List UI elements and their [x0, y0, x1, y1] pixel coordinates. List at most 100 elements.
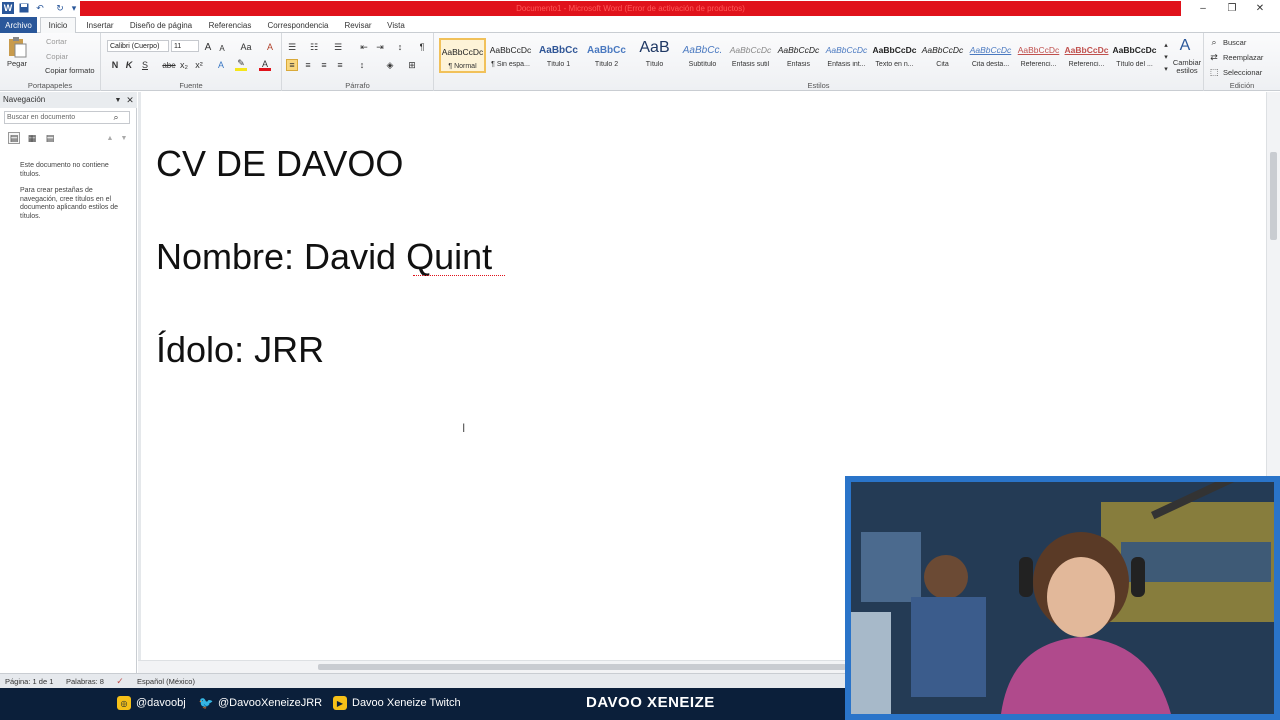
style-intense-reference[interactable]: AaBbCcDc Referenci... — [1063, 38, 1110, 73]
style-subtle-reference[interactable]: AaBbCcDc Referenci... — [1015, 38, 1062, 73]
doc-line-name[interactable]: Nombre: David Quint — [156, 236, 492, 278]
style-name: Énfasis — [787, 61, 810, 68]
style-subtle-emphasis[interactable]: AaBbCcDc Énfasis sutil — [727, 38, 774, 73]
redo-icon[interactable]: ↻ — [54, 2, 66, 14]
tab-correspondencia[interactable]: Correspondencia — [263, 18, 333, 33]
nav-search-icon[interactable]: ⌕ — [110, 111, 122, 123]
highlight-icon[interactable]: ✎ — [235, 58, 247, 71]
tab-insertar[interactable]: Insertar — [82, 18, 118, 33]
paste-button[interactable]: Pegar — [7, 59, 27, 68]
increase-indent-icon[interactable]: ⇥ — [374, 41, 386, 53]
nav-prev-icon[interactable]: ▲ — [104, 132, 116, 144]
italic-button[interactable]: K — [123, 59, 135, 71]
underline-button[interactable]: S — [139, 59, 151, 71]
numbering-icon[interactable]: ☷ — [308, 41, 320, 53]
vertical-scroll-thumb[interactable] — [1270, 152, 1277, 240]
style-intense-quote[interactable]: AaBbCcDc Cita desta... — [967, 38, 1014, 73]
title-banner: Documento1 - Microsoft Word (Error de ac… — [80, 1, 1181, 16]
shrink-font-icon[interactable]: A — [216, 42, 228, 54]
nav-options-icon[interactable]: ▼ — [112, 94, 124, 106]
tab-inicio[interactable]: Inicio — [40, 17, 76, 33]
align-right-icon[interactable]: ≡ — [318, 59, 330, 71]
customize-qat-icon[interactable]: ▾ — [68, 2, 80, 14]
style-intense-emphasis[interactable]: AaBbCcDc Énfasis int... — [823, 38, 870, 73]
doc-line-idol[interactable]: Ídolo: JRR — [156, 329, 324, 371]
text-effects-icon[interactable]: A — [215, 59, 227, 71]
find-icon[interactable]: ⌕ — [1208, 36, 1220, 48]
format-painter-button[interactable]: Copiar formato — [32, 66, 95, 75]
styles-scroll-up-icon[interactable]: ▴ — [1160, 39, 1172, 51]
nav-next-icon[interactable]: ▼ — [118, 132, 130, 144]
select-button[interactable]: Seleccionar — [1223, 68, 1262, 77]
undo-icon[interactable]: ↶ — [34, 2, 46, 14]
paragraph-group: ☰ ☷ ☰ ⇤ ⇥ ↕ ¶ ≡ ≡ ≡ ≡ ↕ ◈ ⊞ Párrafo — [282, 33, 434, 91]
style-heading-2[interactable]: AaBbCc Título 2 — [583, 38, 630, 73]
font-size-select[interactable]: 11 — [171, 40, 199, 52]
status-words[interactable]: Palabras: 8 — [66, 677, 104, 686]
decrease-indent-icon[interactable]: ⇤ — [358, 41, 370, 53]
style-quote[interactable]: AaBbCcDc Cita — [919, 38, 966, 73]
change-case-icon[interactable]: Aa — [238, 41, 254, 53]
sort-icon[interactable]: ↕ — [394, 41, 406, 53]
minimize-button[interactable]: – — [1193, 2, 1213, 15]
horizontal-scroll-thumb[interactable] — [318, 664, 846, 670]
bullets-icon[interactable]: ☰ — [286, 41, 298, 53]
copy-button[interactable]: Copiar — [46, 52, 68, 61]
horizontal-scrollbar[interactable] — [138, 660, 846, 673]
grow-font-icon[interactable]: A — [202, 41, 214, 53]
multilevel-list-icon[interactable]: ☰ — [332, 41, 344, 53]
align-center-icon[interactable]: ≡ — [302, 59, 314, 71]
twitter-text: @DavooXeneizeJRR — [218, 697, 323, 709]
font-name-select[interactable]: Calibri (Cuerpo) — [107, 40, 169, 52]
clear-format-icon[interactable]: A — [264, 41, 276, 53]
style-normal[interactable]: AaBbCcDc ¶ Normal — [439, 38, 486, 73]
doc-heading[interactable]: CV DE DAVOO — [156, 143, 403, 185]
paste-icon[interactable] — [6, 36, 28, 58]
superscript-button[interactable]: x² — [193, 59, 205, 71]
line-spacing-icon[interactable]: ↕ — [356, 59, 368, 71]
nav-headings-tab-icon[interactable]: ▤ — [8, 132, 20, 144]
status-language[interactable]: Español (México) — [137, 677, 195, 686]
replace-button[interactable]: Reemplazar — [1223, 53, 1263, 62]
styles-group-label: Estilos — [807, 81, 830, 90]
style-title[interactable]: AaB Título — [631, 38, 678, 73]
style-no-spacing[interactable]: AaBbCcDc ¶ Sin espa... — [487, 38, 534, 73]
style-name: Cita — [936, 61, 949, 68]
style-book-title[interactable]: AaBbCcDc Título del ... — [1111, 38, 1158, 73]
style-subtitle[interactable]: AaBbCc. Subtítulo — [679, 38, 726, 73]
clipboard-group-label: Portapapeles — [27, 81, 73, 90]
bold-button[interactable]: N — [109, 59, 121, 71]
tab-archivo[interactable]: Archivo — [0, 17, 37, 33]
tab-vista[interactable]: Vista — [382, 18, 410, 33]
strikethrough-button[interactable]: abe — [161, 59, 177, 71]
close-button[interactable]: ✕ — [1250, 2, 1270, 15]
shading-icon[interactable]: ◈ — [384, 59, 396, 71]
select-icon[interactable]: ⬚ — [1208, 66, 1220, 78]
change-styles-button[interactable]: Cambiar estilos — [1170, 59, 1204, 75]
change-styles-icon[interactable]: A — [1175, 36, 1195, 56]
tab-revisar[interactable]: Revisar — [340, 18, 376, 33]
replace-icon[interactable]: ⇄ — [1208, 51, 1220, 63]
font-color-icon[interactable]: A — [259, 59, 271, 71]
find-button[interactable]: Buscar — [1223, 38, 1246, 47]
style-heading-1[interactable]: AaBbCc Título 1 — [535, 38, 582, 73]
nav-pages-tab-icon[interactable]: ▦ — [26, 132, 38, 144]
style-emphasis[interactable]: AaBbCcDc Énfasis — [775, 38, 822, 73]
proofing-icon[interactable]: ✓ — [114, 675, 126, 687]
align-left-icon[interactable]: ≡ — [286, 59, 298, 71]
subscript-button[interactable]: x₂ — [178, 59, 190, 71]
nav-message: Este documento no contiene títulos. Para… — [20, 162, 120, 221]
borders-icon[interactable]: ⊞ — [406, 59, 418, 71]
status-page[interactable]: Página: 1 de 1 — [5, 677, 53, 686]
tab-referencias[interactable]: Referencias — [205, 18, 255, 33]
style-sample: AaBbCc — [587, 45, 626, 56]
justify-icon[interactable]: ≡ — [334, 59, 346, 71]
nav-results-tab-icon[interactable]: ▤ — [44, 132, 56, 144]
nav-close-icon[interactable]: ✕ — [124, 94, 136, 106]
show-marks-icon[interactable]: ¶ — [416, 41, 428, 53]
save-icon[interactable] — [18, 2, 30, 14]
cut-button[interactable]: Cortar — [46, 37, 67, 46]
style-strong[interactable]: AaBbCcDc Texto en n... — [871, 38, 918, 73]
restore-button[interactable]: ❐ — [1222, 2, 1242, 15]
tab-diseno-pagina[interactable]: Diseño de página — [126, 18, 196, 33]
